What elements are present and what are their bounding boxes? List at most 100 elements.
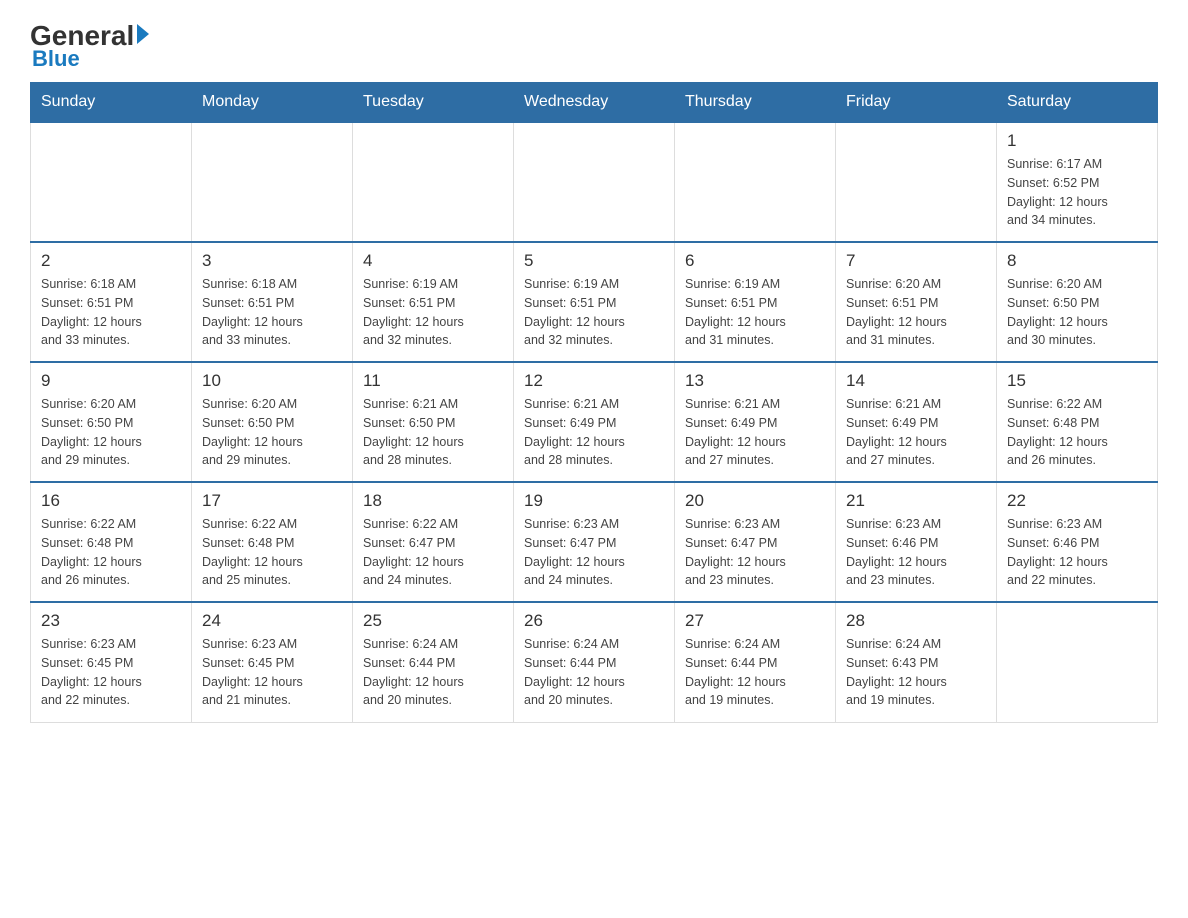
weekday-header-wednesday: Wednesday	[514, 83, 675, 123]
calendar-day-23: 23 Sunrise: 6:23 AM Sunset: 6:45 PM Dayli…	[31, 602, 192, 722]
day-number: 14	[846, 371, 986, 391]
day-info-text: Sunrise: 6:24 AM Sunset: 6:44 PM Dayligh…	[685, 637, 786, 707]
weekday-header-saturday: Saturday	[997, 83, 1158, 123]
day-number: 8	[1007, 251, 1147, 271]
day-info-text: Sunrise: 6:23 AM Sunset: 6:46 PM Dayligh…	[846, 517, 947, 587]
calendar-empty-cell	[675, 122, 836, 242]
calendar-day-2: 2 Sunrise: 6:18 AM Sunset: 6:51 PM Daylig…	[31, 242, 192, 362]
calendar-day-13: 13 Sunrise: 6:21 AM Sunset: 6:49 PM Dayli…	[675, 362, 836, 482]
day-number: 19	[524, 491, 664, 511]
day-number: 1	[1007, 131, 1147, 151]
weekday-header-row: SundayMondayTuesdayWednesdayThursdayFrid…	[31, 83, 1158, 123]
weekday-header-tuesday: Tuesday	[353, 83, 514, 123]
day-info-text: Sunrise: 6:19 AM Sunset: 6:51 PM Dayligh…	[524, 277, 625, 347]
day-info-text: Sunrise: 6:22 AM Sunset: 6:48 PM Dayligh…	[41, 517, 142, 587]
logo-blue-text: Blue	[32, 46, 80, 72]
day-info-text: Sunrise: 6:21 AM Sunset: 6:49 PM Dayligh…	[524, 397, 625, 467]
day-info-text: Sunrise: 6:24 AM Sunset: 6:43 PM Dayligh…	[846, 637, 947, 707]
day-info-text: Sunrise: 6:19 AM Sunset: 6:51 PM Dayligh…	[685, 277, 786, 347]
day-number: 20	[685, 491, 825, 511]
calendar-day-1: 1 Sunrise: 6:17 AM Sunset: 6:52 PM Daylig…	[997, 122, 1158, 242]
day-info-text: Sunrise: 6:24 AM Sunset: 6:44 PM Dayligh…	[363, 637, 464, 707]
day-info-text: Sunrise: 6:18 AM Sunset: 6:51 PM Dayligh…	[41, 277, 142, 347]
day-number: 16	[41, 491, 181, 511]
calendar-empty-cell	[353, 122, 514, 242]
calendar-day-28: 28 Sunrise: 6:24 AM Sunset: 6:43 PM Dayli…	[836, 602, 997, 722]
day-info-text: Sunrise: 6:21 AM Sunset: 6:49 PM Dayligh…	[846, 397, 947, 467]
calendar-week-row: 16 Sunrise: 6:22 AM Sunset: 6:48 PM Dayli…	[31, 482, 1158, 602]
calendar-empty-cell	[836, 122, 997, 242]
calendar-week-row: 2 Sunrise: 6:18 AM Sunset: 6:51 PM Daylig…	[31, 242, 1158, 362]
day-number: 7	[846, 251, 986, 271]
day-info-text: Sunrise: 6:18 AM Sunset: 6:51 PM Dayligh…	[202, 277, 303, 347]
weekday-header-thursday: Thursday	[675, 83, 836, 123]
calendar-day-14: 14 Sunrise: 6:21 AM Sunset: 6:49 PM Dayli…	[836, 362, 997, 482]
day-info-text: Sunrise: 6:20 AM Sunset: 6:50 PM Dayligh…	[41, 397, 142, 467]
day-number: 13	[685, 371, 825, 391]
calendar-empty-cell	[192, 122, 353, 242]
calendar-day-20: 20 Sunrise: 6:23 AM Sunset: 6:47 PM Dayli…	[675, 482, 836, 602]
day-info-text: Sunrise: 6:17 AM Sunset: 6:52 PM Dayligh…	[1007, 157, 1108, 227]
day-number: 23	[41, 611, 181, 631]
day-number: 17	[202, 491, 342, 511]
day-number: 11	[363, 371, 503, 391]
calendar-day-15: 15Sunrise: 6:22 AM Sunset: 6:48 PM Dayli…	[997, 362, 1158, 482]
calendar-day-27: 27 Sunrise: 6:24 AM Sunset: 6:44 PM Dayli…	[675, 602, 836, 722]
calendar-day-12: 12 Sunrise: 6:21 AM Sunset: 6:49 PM Dayli…	[514, 362, 675, 482]
calendar-day-19: 19 Sunrise: 6:23 AM Sunset: 6:47 PM Dayli…	[514, 482, 675, 602]
calendar-table: SundayMondayTuesdayWednesdayThursdayFrid…	[30, 82, 1158, 723]
day-number: 26	[524, 611, 664, 631]
day-number: 10	[202, 371, 342, 391]
weekday-header-monday: Monday	[192, 83, 353, 123]
day-number: 24	[202, 611, 342, 631]
day-info-text: Sunrise: 6:20 AM Sunset: 6:51 PM Dayligh…	[846, 277, 947, 347]
day-number: 27	[685, 611, 825, 631]
day-info-text: Sunrise: 6:22 AM Sunset: 6:47 PM Dayligh…	[363, 517, 464, 587]
calendar-day-25: 25 Sunrise: 6:24 AM Sunset: 6:44 PM Dayli…	[353, 602, 514, 722]
day-info-text: Sunrise: 6:20 AM Sunset: 6:50 PM Dayligh…	[202, 397, 303, 467]
day-number: 18	[363, 491, 503, 511]
weekday-header-friday: Friday	[836, 83, 997, 123]
day-info-text: Sunrise: 6:23 AM Sunset: 6:45 PM Dayligh…	[41, 637, 142, 707]
calendar-empty-cell	[997, 602, 1158, 722]
calendar-day-3: 3 Sunrise: 6:18 AM Sunset: 6:51 PM Daylig…	[192, 242, 353, 362]
day-number: 25	[363, 611, 503, 631]
day-info-text: Sunrise: 6:23 AM Sunset: 6:47 PM Dayligh…	[685, 517, 786, 587]
day-info-text: Sunrise: 6:22 AM Sunset: 6:48 PM Dayligh…	[202, 517, 303, 587]
calendar-day-24: 24 Sunrise: 6:23 AM Sunset: 6:45 PM Dayli…	[192, 602, 353, 722]
day-number: 2	[41, 251, 181, 271]
day-info-text: Sunrise: 6:20 AM Sunset: 6:50 PM Dayligh…	[1007, 277, 1108, 347]
day-info-text: Sunrise: 6:23 AM Sunset: 6:45 PM Dayligh…	[202, 637, 303, 707]
calendar-week-row: 1 Sunrise: 6:17 AM Sunset: 6:52 PM Daylig…	[31, 122, 1158, 242]
calendar-day-16: 16 Sunrise: 6:22 AM Sunset: 6:48 PM Dayli…	[31, 482, 192, 602]
day-number: 21	[846, 491, 986, 511]
calendar-day-22: 22 Sunrise: 6:23 AM Sunset: 6:46 PM Dayli…	[997, 482, 1158, 602]
day-info-text: Sunrise: 6:23 AM Sunset: 6:46 PM Dayligh…	[1007, 517, 1108, 587]
day-number: 6	[685, 251, 825, 271]
calendar-empty-cell	[514, 122, 675, 242]
day-number: 9	[41, 371, 181, 391]
calendar-day-17: 17 Sunrise: 6:22 AM Sunset: 6:48 PM Dayli…	[192, 482, 353, 602]
day-info-text: Sunrise: 6:23 AM Sunset: 6:47 PM Dayligh…	[524, 517, 625, 587]
calendar-day-10: 10 Sunrise: 6:20 AM Sunset: 6:50 PM Dayli…	[192, 362, 353, 482]
logo-arrow-icon	[137, 24, 149, 44]
day-number: 4	[363, 251, 503, 271]
day-number: 28	[846, 611, 986, 631]
day-number: 3	[202, 251, 342, 271]
day-number: 22	[1007, 491, 1147, 511]
logo: General Blue	[30, 20, 149, 72]
weekday-header-sunday: Sunday	[31, 83, 192, 123]
page-header: General Blue	[30, 20, 1158, 72]
day-number: 5	[524, 251, 664, 271]
day-info-text: Sunrise: 6:21 AM Sunset: 6:50 PM Dayligh…	[363, 397, 464, 467]
calendar-day-5: 5 Sunrise: 6:19 AM Sunset: 6:51 PM Daylig…	[514, 242, 675, 362]
day-number: 12	[524, 371, 664, 391]
calendar-day-21: 21 Sunrise: 6:23 AM Sunset: 6:46 PM Dayli…	[836, 482, 997, 602]
calendar-week-row: 9 Sunrise: 6:20 AM Sunset: 6:50 PM Daylig…	[31, 362, 1158, 482]
day-info-text: Sunrise: 6:22 AM Sunset: 6:48 PM Dayligh…	[1007, 397, 1108, 467]
calendar-week-row: 23 Sunrise: 6:23 AM Sunset: 6:45 PM Dayli…	[31, 602, 1158, 722]
calendar-day-11: 11 Sunrise: 6:21 AM Sunset: 6:50 PM Dayli…	[353, 362, 514, 482]
calendar-day-6: 6 Sunrise: 6:19 AM Sunset: 6:51 PM Daylig…	[675, 242, 836, 362]
day-info-text: Sunrise: 6:21 AM Sunset: 6:49 PM Dayligh…	[685, 397, 786, 467]
calendar-day-4: 4Sunrise: 6:19 AM Sunset: 6:51 PM Daylig…	[353, 242, 514, 362]
